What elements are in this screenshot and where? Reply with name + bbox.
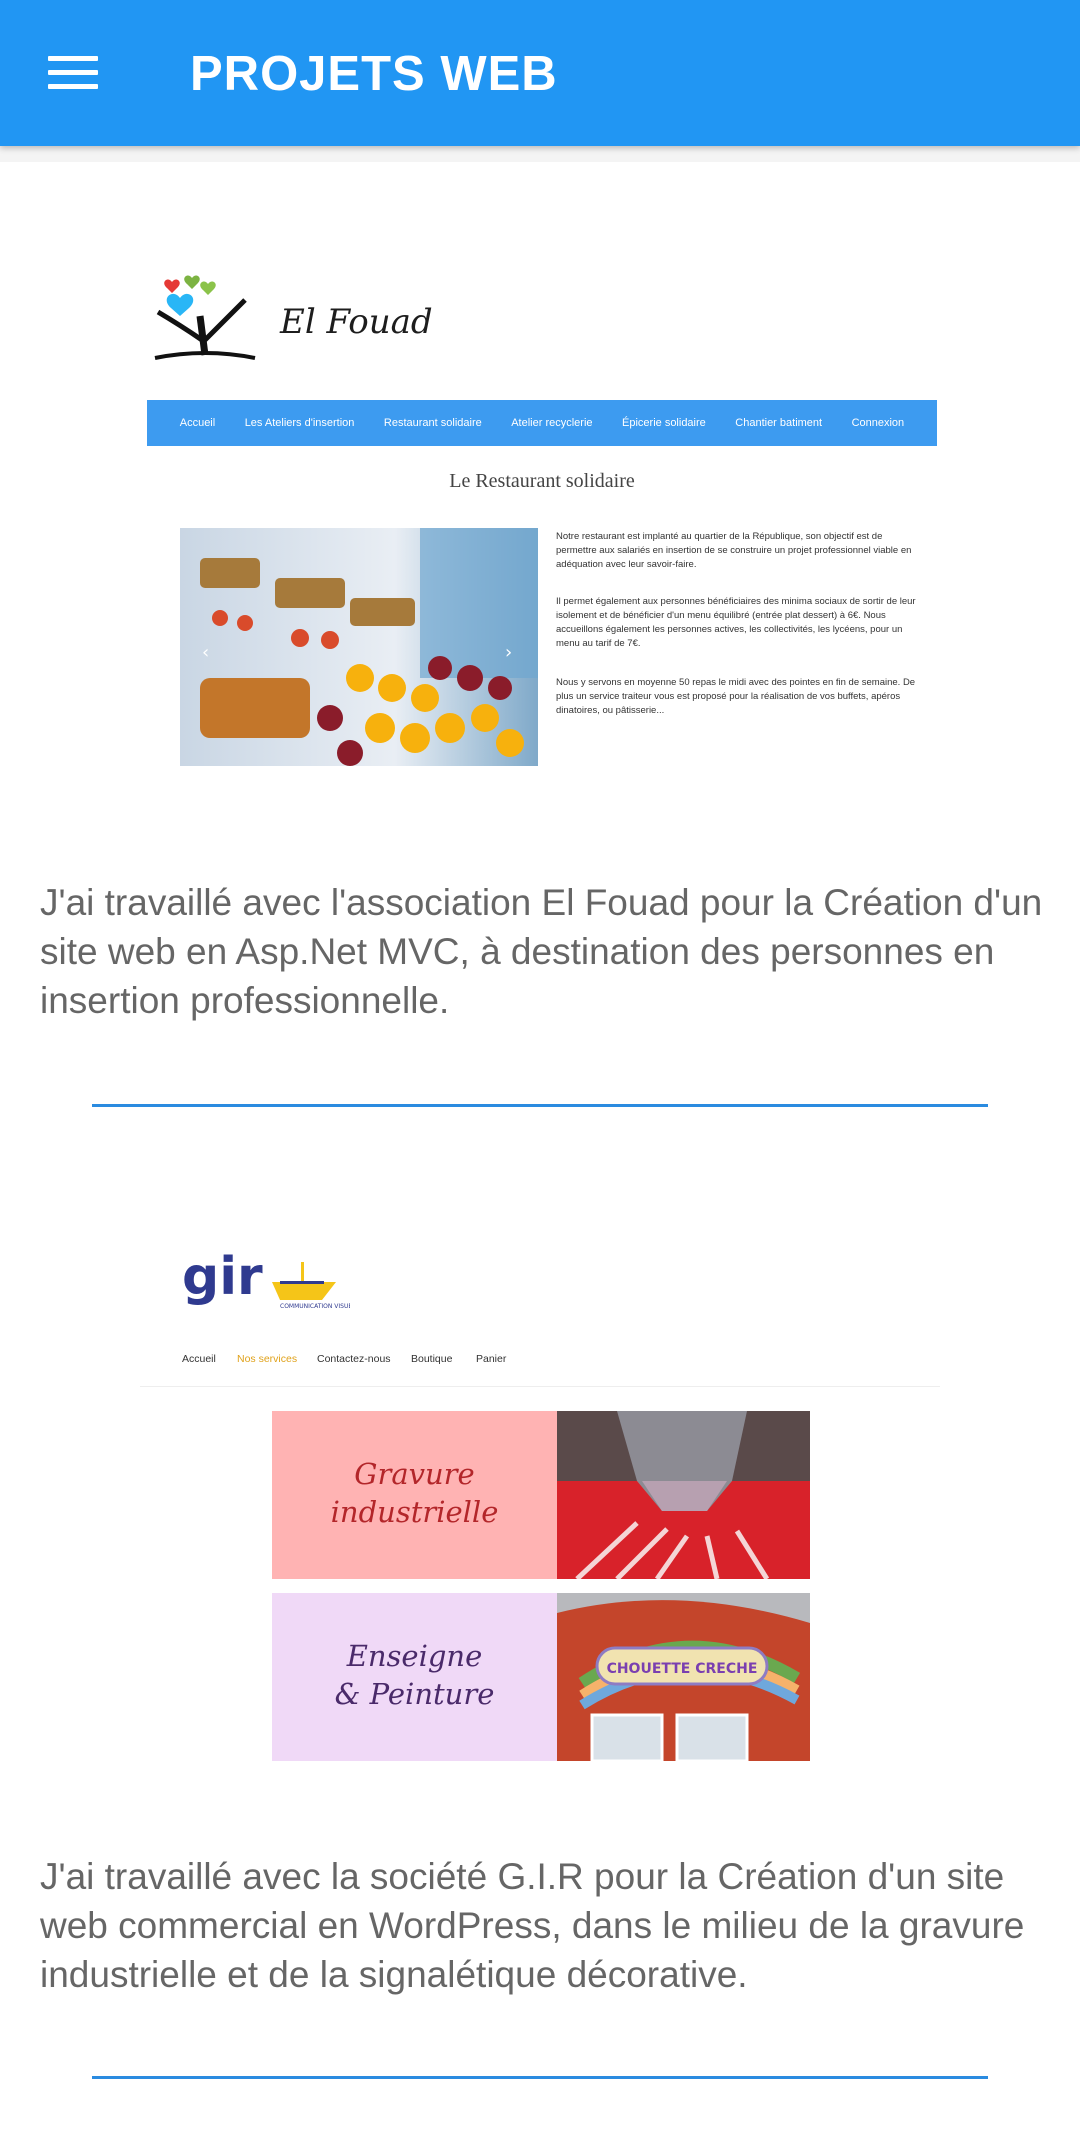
gir-nav-item: Accueil — [182, 1353, 216, 1365]
engraving-photo — [557, 1411, 810, 1579]
enseigne-panel-text: Enseigne & Peinture — [272, 1637, 557, 1713]
svg-text:COMMUNICATION VISUELLE: COMMUNICATION VISUELLE — [280, 1303, 350, 1310]
svg-text:‹: ‹ — [202, 642, 209, 663]
elfouad-nav-item: Épicerie solidaire — [622, 417, 706, 429]
sign-text: CHOUETTE CRECHE — [607, 1661, 758, 1677]
elfouad-logo-icon — [154, 275, 256, 360]
gir-nav-item: Contactez-nous — [317, 1353, 391, 1365]
divider — [92, 1104, 988, 1107]
gravure-panel-line: Gravure — [354, 1457, 475, 1491]
enseigne-panel-line: Enseigne — [346, 1639, 483, 1673]
gir-nav-item: Panier — [476, 1353, 507, 1365]
elfouad-paragraph: Notre restaurant est implanté au quartie… — [556, 531, 912, 570]
hamburger-menu-icon[interactable] — [30, 40, 116, 106]
gir-nav-separator — [140, 1386, 940, 1387]
elfouad-nav-item: Connexion — [851, 417, 905, 429]
elfouad-nav-item: Accueil — [179, 417, 216, 429]
elfouad-paragraph: Il permet également aux personnes bénéfi… — [556, 596, 916, 649]
svg-text:gir: gir — [182, 1248, 263, 1307]
enseigne-panel-line: & Peinture — [334, 1677, 495, 1711]
elfouad-nav-item: Restaurant solidaire — [383, 417, 482, 429]
elfouad-nav-item: Chantier batiment — [735, 417, 823, 429]
project-description: J'ai travaillé avec l'association El Fou… — [40, 882, 1043, 1021]
elfouad-nav-item: Les Ateliers d'insertion — [244, 417, 355, 429]
elfouad-page-title: Le Restaurant solidaire — [449, 470, 635, 492]
elfouad-paragraph: Nous y servons en moyenne 50 repas le mi… — [556, 677, 916, 716]
gir-logo-icon: gir COMMUNICATION VISUELLE — [182, 1248, 350, 1310]
gir-nav-item-active: Nos services — [237, 1353, 298, 1365]
food-buffet-photo: ‹ › — [180, 528, 538, 766]
gir-nav-item: Boutique — [411, 1353, 453, 1365]
gravure-panel-text: Gravure industrielle — [272, 1455, 557, 1531]
top-strip — [0, 146, 1080, 162]
page-title: PROJETS WEB — [190, 47, 558, 101]
gravure-panel-line: industrielle — [330, 1495, 499, 1529]
elfouad-nav-item: Atelier recyclerie — [511, 417, 593, 429]
elfouad-site-nav: Accueil Les Ateliers d'insertion Restaur… — [147, 400, 937, 446]
divider — [92, 2076, 988, 2079]
app-bar: PROJETS WEB — [0, 0, 1080, 146]
storefront-photo: CHOUETTE CRECHE — [557, 1593, 810, 1761]
svg-text:›: › — [505, 642, 512, 663]
elfouad-brand: El Fouad — [280, 302, 433, 342]
project-description: J'ai travaillé avec la société G.I.R pou… — [40, 1856, 1025, 1995]
